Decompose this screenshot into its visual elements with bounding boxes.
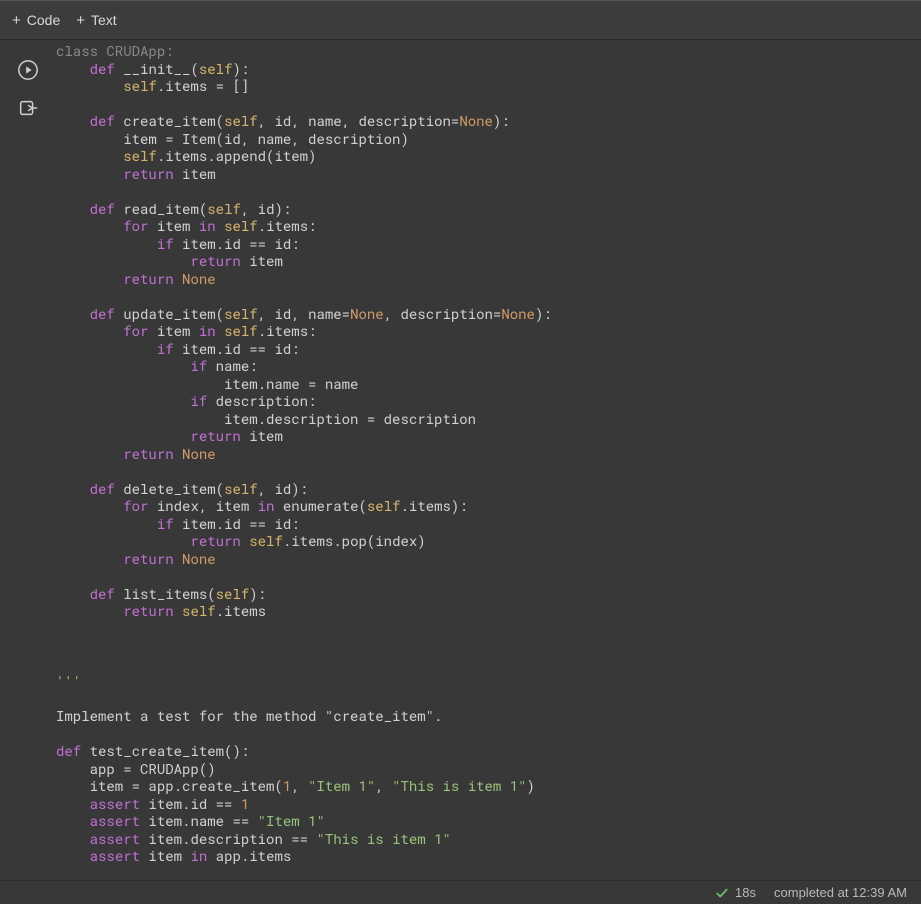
cell-output-toggle-button[interactable] [16,96,40,120]
code-line [56,95,921,113]
code-line: self.items = [] [56,77,921,95]
execution-duration: 18s [735,885,756,900]
add-code-cell-button[interactable]: + Code [12,12,60,28]
code-line: def delete_item(self, id): [56,480,921,498]
code-editor[interactable]: class CRUDApp: def __init__(self): self.… [56,40,921,880]
code-line: return item [56,165,921,183]
add-text-label: Text [91,12,117,28]
code-line: def read_item(self, id): [56,200,921,218]
code-line: for index, item in enumerate(self.items)… [56,497,921,515]
code-line: return None [56,550,921,568]
code-line [56,865,921,881]
code-line [56,637,921,655]
code-line: assert item.id == 1 [56,795,921,813]
plus-icon: + [76,13,85,28]
completed-at-text: completed at 12:39 AM [774,885,907,900]
code-line: class CRUDApp: [56,42,921,60]
code-line [56,655,921,673]
check-icon [715,886,729,900]
code-line: return self.items.pop(index) [56,532,921,550]
code-line: item.name = name [56,375,921,393]
code-line: def test_create_item(): [56,742,921,760]
code-line: assert item.name == "Item 1" [56,812,921,830]
code-line: item = app.create_item(1, "Item 1", "Thi… [56,777,921,795]
code-line: def list_items(self): [56,585,921,603]
code-line: Implement a test for the method "create_… [56,707,921,725]
output-arrow-icon [17,97,39,119]
code-line [56,462,921,480]
execution-status: 18s [715,885,756,900]
code-line: if description: [56,392,921,410]
code-line: if item.id == id: [56,235,921,253]
code-line: if item.id == id: [56,340,921,358]
notebook-body: class CRUDApp: def __init__(self): self.… [0,40,921,880]
code-line: item.description = description [56,410,921,428]
completed-at: completed at 12:39 AM [774,885,907,900]
status-bar: 18s completed at 12:39 AM [0,880,921,904]
cell-gutter [0,40,56,880]
code-line [56,690,921,708]
code-line: def __init__(self): [56,60,921,78]
code-line: self.items.append(item) [56,147,921,165]
code-line [56,620,921,638]
plus-icon: + [12,13,21,28]
notebook-toolbar: + Code + Text [0,0,921,40]
code-line: if name: [56,357,921,375]
code-line: assert item in app.items [56,847,921,865]
code-line: app = CRUDApp() [56,760,921,778]
code-line: return item [56,427,921,445]
code-line: return None [56,270,921,288]
code-line: def create_item(self, id, name, descript… [56,112,921,130]
add-code-label: Code [27,12,60,28]
code-line [56,287,921,305]
code-line: if item.id == id: [56,515,921,533]
code-line [56,182,921,200]
code-line: ''' [56,672,921,690]
code-line: return self.items [56,602,921,620]
code-line: for item in self.items: [56,217,921,235]
code-line: for item in self.items: [56,322,921,340]
code-line [56,567,921,585]
code-line: assert item.description == "This is item… [56,830,921,848]
code-line: item = Item(id, name, description) [56,130,921,148]
code-line [56,725,921,743]
add-text-cell-button[interactable]: + Text [76,12,116,28]
code-line: return None [56,445,921,463]
code-line: return item [56,252,921,270]
play-icon [17,59,39,81]
run-cell-button[interactable] [16,58,40,82]
code-line: def update_item(self, id, name=None, des… [56,305,921,323]
